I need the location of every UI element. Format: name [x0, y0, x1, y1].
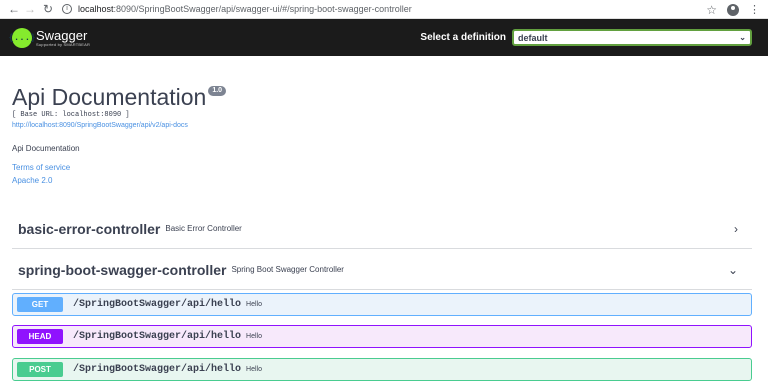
- chevron-down-icon[interactable]: ⌄: [728, 263, 738, 277]
- logo-name: Swagger: [36, 27, 88, 43]
- swagger-logo-icon: {...}: [9, 27, 36, 48]
- tag-name: spring-boot-swagger-controller: [18, 261, 227, 278]
- definition-select[interactable]: default ⌄: [512, 29, 752, 46]
- reload-icon[interactable]: ↻: [40, 0, 56, 19]
- definition-label: Select a definition: [420, 32, 506, 43]
- base-url: [ Base URL: localhost:8090 ]: [12, 111, 130, 119]
- chevron-right-icon[interactable]: ›: [734, 222, 738, 236]
- operation-path: /SpringBootSwagger/api/hello: [73, 364, 242, 375]
- url-path: :8090/SpringBootSwagger/api/swagger-ui/#…: [113, 4, 412, 14]
- tag-spring-boot-swagger-controller[interactable]: spring-boot-swagger-controller Spring Bo…: [12, 250, 752, 290]
- tag-name: basic-error-controller: [18, 220, 161, 237]
- method-badge: GET: [17, 297, 63, 312]
- logo-subtitle: Supported by SMARTBEAR: [36, 41, 91, 47]
- api-info: Api Documentation 1.0 [ Base URL: localh…: [12, 84, 752, 185]
- api-description: Api Documentation: [12, 144, 80, 153]
- operation-get-hello[interactable]: GET /SpringBootSwagger/api/hello Hello: [12, 293, 752, 316]
- forward-arrow-icon[interactable]: →: [22, 0, 38, 19]
- tag-basic-error-controller[interactable]: basic-error-controller Basic Error Contr…: [12, 209, 752, 249]
- tag-description: Basic Error Controller: [165, 224, 242, 233]
- operation-summary: Hello: [246, 301, 262, 308]
- operation-path: /SpringBootSwagger/api/hello: [73, 299, 242, 310]
- bookmark-star-icon[interactable]: ☆: [706, 3, 717, 17]
- operation-summary: Hello: [246, 366, 262, 373]
- operation-summary: Hello: [246, 333, 262, 340]
- tag-description: Spring Boot Swagger Controller: [231, 265, 344, 274]
- site-info-icon[interactable]: i: [62, 4, 72, 14]
- swagger-logo[interactable]: {...} Swagger Supported by SMARTBEAR: [9, 27, 91, 48]
- address-bar[interactable]: i localhost:8090/SpringBootSwagger/api/s…: [62, 1, 412, 17]
- account-icon[interactable]: [727, 3, 739, 16]
- browser-menu-icon[interactable]: ⋮: [749, 4, 760, 15]
- api-docs-link[interactable]: http://localhost:8090/SpringBootSwagger/…: [12, 122, 752, 129]
- terms-of-service-link[interactable]: Terms of service: [12, 163, 752, 172]
- chevron-down-icon: ⌄: [739, 33, 746, 42]
- page-title: Api Documentation: [12, 84, 207, 110]
- url-host: localhost: [78, 4, 114, 14]
- back-arrow-icon[interactable]: ←: [6, 0, 22, 19]
- method-badge: HEAD: [17, 329, 63, 344]
- browser-toolbar: ← → ↻ i localhost:8090/SpringBootSwagger…: [0, 0, 768, 19]
- operation-path: /SpringBootSwagger/api/hello: [73, 331, 242, 342]
- definition-value: default: [518, 32, 548, 43]
- operation-head-hello[interactable]: HEAD /SpringBootSwagger/api/hello Hello: [12, 325, 752, 348]
- license-link[interactable]: Apache 2.0: [12, 176, 752, 185]
- version-badge: 1.0: [208, 86, 227, 96]
- operation-post-hello[interactable]: POST /SpringBootSwagger/api/hello Hello: [12, 358, 752, 381]
- definition-selector: Select a definition default ⌄: [420, 19, 752, 56]
- swagger-topbar: {...} Swagger Supported by SMARTBEAR Sel…: [0, 19, 768, 56]
- method-badge: POST: [17, 362, 63, 377]
